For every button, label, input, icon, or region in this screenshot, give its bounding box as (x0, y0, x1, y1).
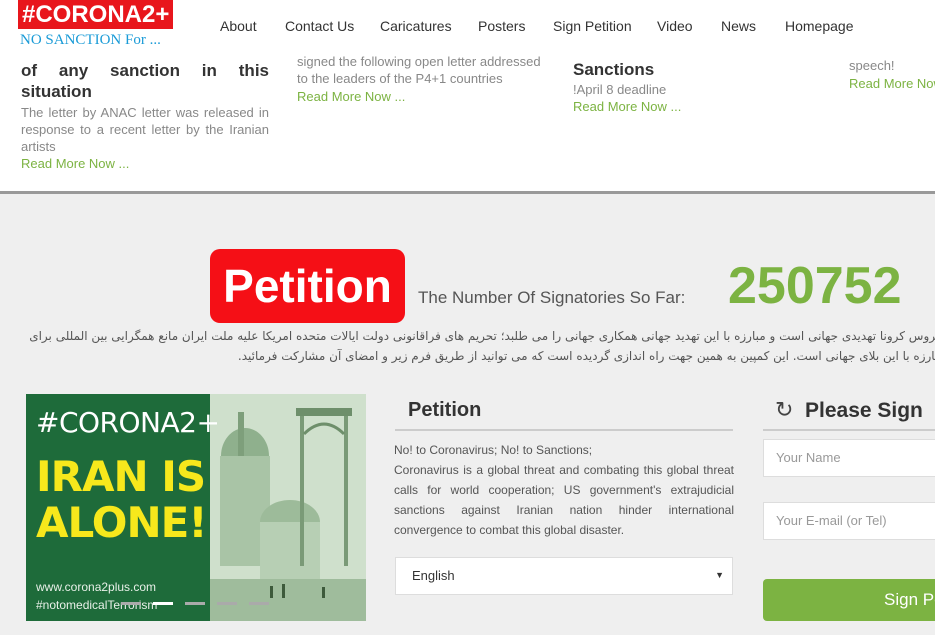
campaign-poster-slider[interactable]: #CORONA2+ IRAN IS ALONE! www.corona2plus… (26, 394, 366, 621)
read-more-link[interactable]: Read More Now ... (849, 75, 935, 92)
read-more-link[interactable]: Read More Now ... (297, 88, 547, 105)
farsi-description-line-1: ویروس کرونا تهدیدی جهانی است و مبارزه با… (29, 329, 935, 343)
news-excerpt: signed the following open letter address… (297, 54, 541, 86)
news-item: Sanctions !April 8 deadline Read More No… (573, 59, 813, 115)
news-excerpt: The letter by ANAC letter was released i… (21, 105, 269, 154)
nav-posters[interactable]: Posters (478, 18, 525, 34)
petition-area: Petition The Number Of Signatories So Fa… (0, 194, 935, 635)
news-excerpt: !April 8 deadline (573, 82, 667, 97)
nav-caricatures[interactable]: Caricatures (380, 18, 452, 34)
petition-heading: Petition (408, 399, 482, 421)
poster-headline: IRAN IS ALONE! (36, 452, 207, 547)
logo-main-text[interactable]: #CORONA2+ (18, 0, 174, 29)
read-more-link[interactable]: Read More Now ... (573, 98, 813, 115)
slider-dot[interactable] (217, 602, 237, 605)
signatories-count: 250752 (728, 257, 902, 315)
news-title[interactable]: of any sanction in this situation (21, 60, 269, 102)
language-select[interactable]: English ▼ (395, 557, 733, 595)
site-header: #CORONA2+ NO SANCTION For ... About Cont… (0, 0, 935, 52)
refresh-icon: ↻ (775, 398, 794, 423)
slider-dots (121, 592, 281, 610)
signatories-label: The Number Of Signatories So Far: (418, 288, 686, 307)
farsi-description-line-2: مبارزه با این بلای جهانی است. این کمپین … (237, 349, 935, 363)
name-input[interactable]: Your Name (763, 439, 935, 477)
slider-dot[interactable] (121, 602, 141, 605)
petition-text: No! to Coronavirus; No! to Sanctions; Co… (394, 440, 734, 540)
news-title[interactable]: Sanctions (573, 59, 813, 80)
nav-news[interactable]: News (721, 18, 756, 34)
read-more-link[interactable]: Read More Now ... (21, 155, 269, 172)
poster-hashtag-title: #CORONA2+ (36, 406, 220, 439)
chevron-down-icon: ▼ (715, 570, 724, 580)
nav-video[interactable]: Video (657, 18, 693, 34)
petition-badge: Petition (210, 249, 405, 323)
mosque-illustration (210, 394, 366, 621)
nav-about[interactable]: About (220, 18, 257, 34)
nav-sign-petition[interactable]: Sign Petition (553, 18, 632, 34)
news-item: of any sanction in this situation The le… (21, 60, 269, 172)
nav-homepage[interactable]: Homepage (785, 18, 854, 34)
news-excerpt: speech! (849, 58, 895, 73)
petition-heading-bar: Petition (395, 399, 733, 431)
news-item: speech! Read More Now ... (849, 57, 935, 92)
poster-headline-line-1: IRAN IS (36, 452, 206, 501)
news-strip: of any sanction in this situation The le… (0, 40, 935, 192)
slider-dot[interactable] (249, 602, 269, 605)
slider-dot[interactable] (185, 602, 205, 605)
poster-headline-line-2: ALONE! (36, 498, 207, 547)
sign-heading-bar: ↻ Please Sign (763, 398, 935, 431)
logo-subtitle[interactable]: NO SANCTION For ... (18, 31, 173, 49)
site-logo[interactable]: #CORONA2+ NO SANCTION For ... (18, 0, 174, 49)
language-select-value: English (412, 568, 455, 583)
nav-contact-us[interactable]: Contact Us (285, 18, 354, 34)
news-item: signed the following open letter address… (297, 53, 547, 105)
petition-first-line: No! to Coronavirus; No! to Sanctions; (394, 443, 593, 457)
email-or-tel-input[interactable]: Your E-mail (or Tel) (763, 502, 935, 540)
slider-dot-active[interactable] (153, 602, 173, 605)
petition-body: Coronavirus is a global threat and comba… (394, 463, 734, 537)
sign-petition-button[interactable]: Sign Petition (763, 579, 935, 621)
sign-heading: Please Sign (805, 399, 923, 422)
